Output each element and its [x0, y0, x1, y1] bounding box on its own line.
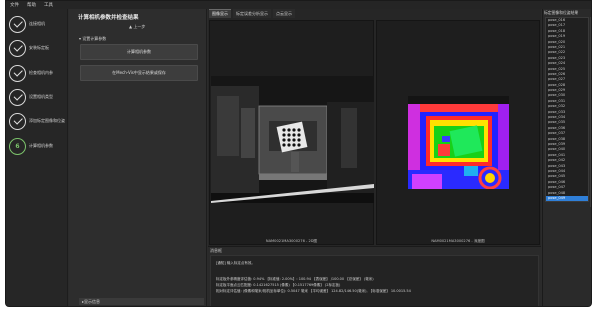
- view-tabs: 图像显示 标定误差分析显示 点云显示: [208, 9, 295, 18]
- menu-bar: 文件 帮助 工具: [6, 1, 591, 9]
- step-connect-camera[interactable]: 连接相机: [9, 15, 67, 33]
- tab-image-display[interactable]: 图像显示: [209, 9, 231, 18]
- step-label: 安装标定板: [29, 45, 49, 50]
- log-line: 相对标定评估值: (像素和毫米/相机坐标单位): 0.5047 毫米 【平均误差…: [216, 289, 411, 293]
- step-panel: 计算相机参数并检查结果 ▲ 上一步 ▾ 设置计算参数 计算相机参数 在Mech-…: [69, 9, 207, 306]
- application-window: 文件 帮助 工具 连接相机 安装标定板 检查相机内参 设置相机类型 添加标定图像…: [5, 0, 592, 307]
- message-panel-title: 消息框: [210, 248, 222, 253]
- pose-list-scrollbar[interactable]: [590, 17, 591, 207]
- menu-tools[interactable]: 工具: [44, 2, 53, 8]
- depth-image-viewer[interactable]: NAM0021MA3000276 - 深度图: [376, 20, 540, 245]
- check-icon: [9, 15, 26, 33]
- step-label: 设置相机类型: [29, 94, 53, 99]
- left-viewer-caption: NAM0021MA3000276 - 2D图: [265, 239, 318, 243]
- show-info-toggle[interactable]: ▸ 显示信息: [79, 298, 204, 305]
- show-results-button[interactable]: 在Mech-Vis中显示结果或保存: [80, 65, 198, 81]
- step-mount-board[interactable]: 安装标定板: [9, 39, 67, 57]
- compute-group-header[interactable]: ▾ 设置计算参数: [79, 36, 106, 42]
- step-add-images-poses[interactable]: 添加标定图像和位姿: [9, 112, 67, 130]
- menu-help[interactable]: 帮助: [27, 2, 36, 8]
- check-icon: [9, 39, 26, 57]
- main-area: 图像显示 标定误差分析显示 点云显示 NAM0021MA3000276 - 2D…: [208, 9, 541, 306]
- message-log[interactable]: [通知] 输入标定点有效。 标定板外参精度评估值: 0.94% 【标准值: 2.…: [210, 255, 539, 306]
- step-camera-type[interactable]: 设置相机类型: [9, 88, 67, 106]
- log-line: [通知] 输入标定点有效。: [216, 261, 255, 265]
- step-check-intrinsics[interactable]: 检查相机内参: [9, 64, 67, 82]
- check-icon: [9, 112, 26, 130]
- pose-list-item[interactable]: pose_049: [546, 195, 588, 202]
- back-label: 上一步: [133, 24, 146, 29]
- step-label: 计算相机参数: [29, 143, 53, 148]
- tab-error-analysis[interactable]: 标定误差分析显示: [233, 9, 271, 18]
- panel-title: 计算相机参数并检查结果: [78, 15, 139, 21]
- calibration-scene-2d: [211, 76, 374, 203]
- pose-list-title: 标定图像和位姿结果: [544, 10, 579, 15]
- screenshot-frame: 文件 帮助 工具 连接相机 安装标定板 检查相机内参 设置相机类型 添加标定图像…: [0, 0, 600, 311]
- log-line: 标定板外参精度评估值: 0.94% 【标准值: 2.00%】: 100.94 【…: [216, 277, 374, 281]
- check-icon: [9, 88, 26, 106]
- log-line: 标定板平面点云匹配度: 0.1421627515 (像素) 【0.1517769…: [216, 283, 341, 287]
- group-label: 设置计算参数: [82, 36, 107, 41]
- tab-point-cloud[interactable]: 点云显示: [273, 9, 295, 18]
- 2d-image-viewer[interactable]: NAM0021MA3000276 - 2D图: [209, 20, 374, 245]
- step-label: 检查相机内参: [29, 70, 53, 75]
- step-compute-params[interactable]: 6 计算相机参数: [9, 137, 67, 155]
- back-button[interactable]: ▲ 上一步: [129, 24, 145, 30]
- right-viewer-caption: NAM0021MA3000276 - 深度图: [431, 239, 485, 243]
- compute-camera-params-button[interactable]: 计算相机参数: [80, 44, 198, 60]
- footer-label: 显示信息: [84, 298, 101, 304]
- step-label: 连接相机: [29, 21, 45, 26]
- step-number-icon: 6: [9, 137, 26, 155]
- calibration-scene-depth: [408, 96, 509, 189]
- step-sidebar: 连接相机 安装标定板 检查相机内参 设置相机类型 添加标定图像和位姿 6 计算相…: [6, 9, 68, 306]
- pose-list-panel: 标定图像和位姿结果 pose_016 pose_017 pose_018 pose_0…: [542, 9, 591, 306]
- depth-map-image: [408, 96, 509, 189]
- check-icon: [9, 64, 26, 82]
- 2d-camera-image: [211, 76, 374, 203]
- menu-file[interactable]: 文件: [10, 2, 19, 8]
- message-panel: 消息框 [通知] 输入标定点有效。 标定板外参精度评估值: 0.94% 【标准值…: [208, 246, 541, 306]
- pose-list[interactable]: pose_016 pose_017 pose_018 pose_019 pose_020…: [545, 17, 589, 203]
- step-label: 添加标定图像和位姿: [29, 118, 65, 123]
